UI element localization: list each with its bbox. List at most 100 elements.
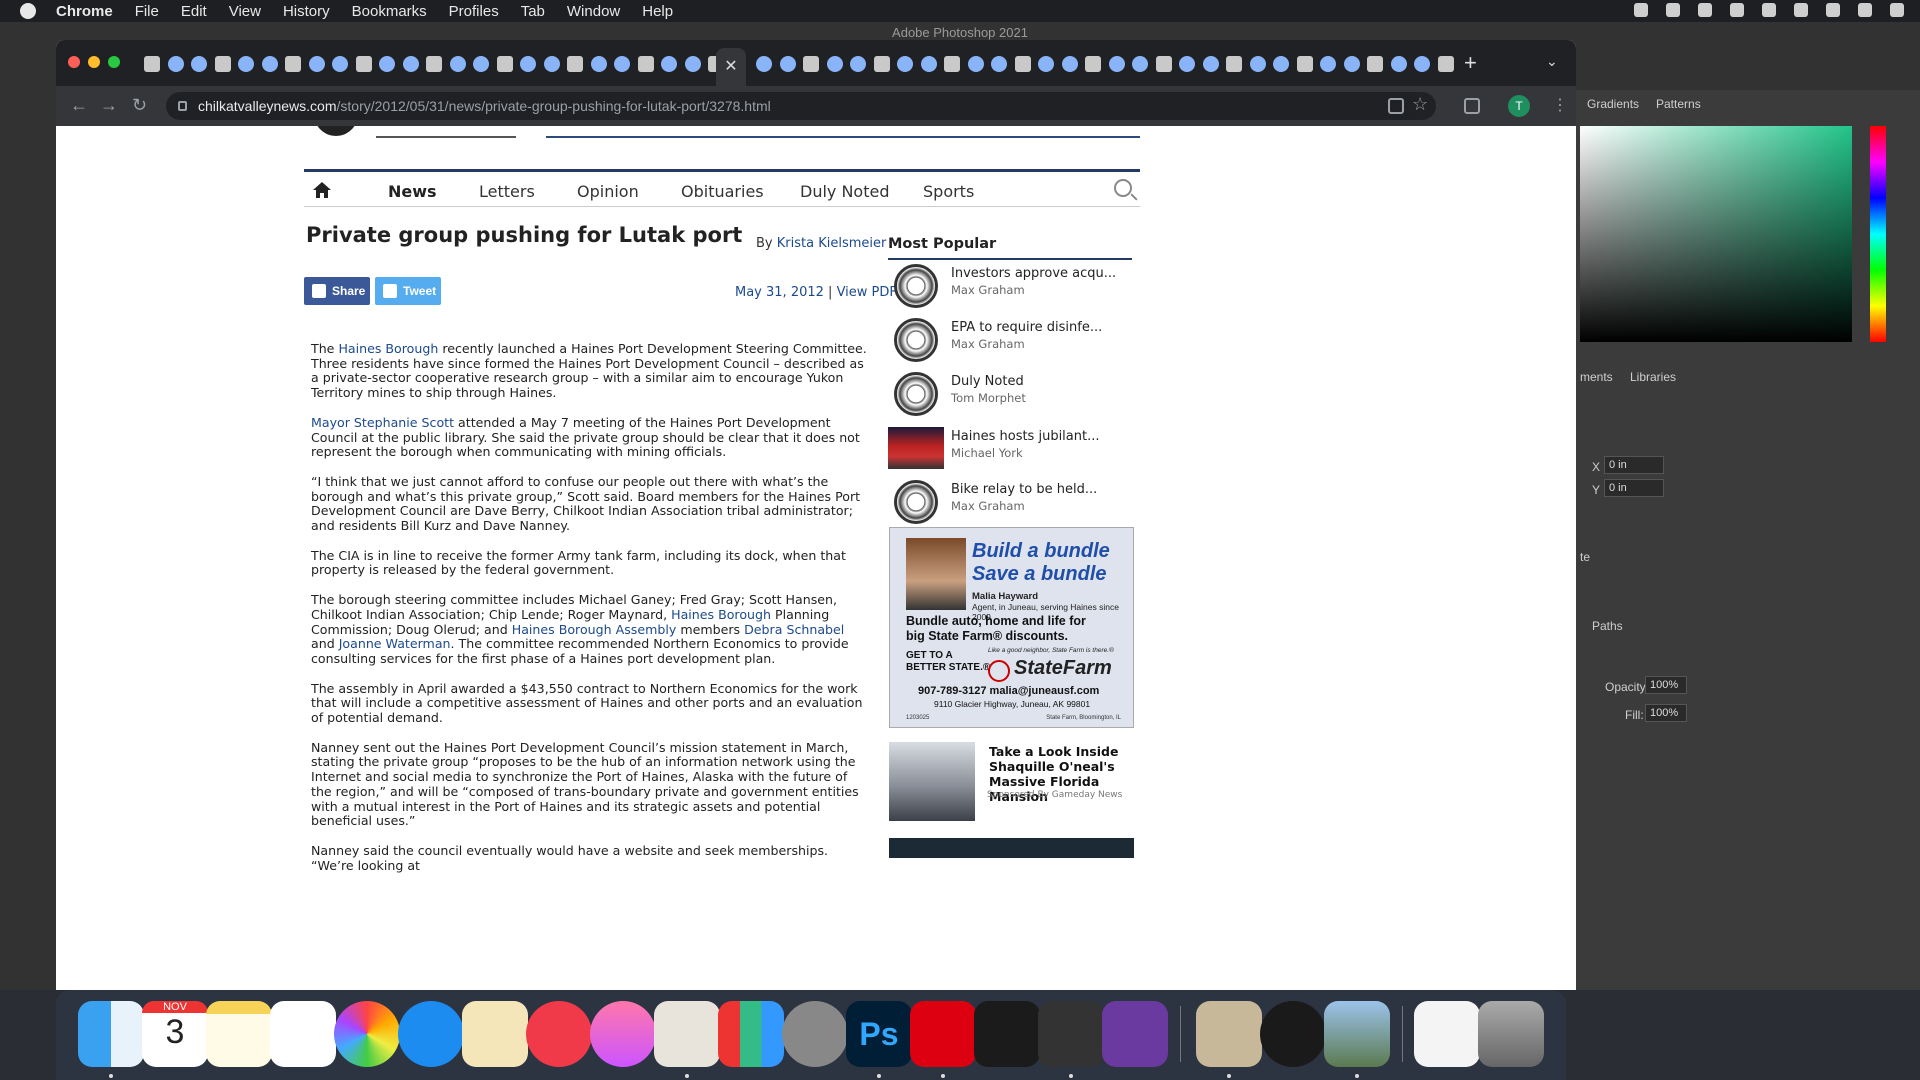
sponsored-content[interactable]: Take a Look Inside Shaquille O'neal's Ma…: [889, 742, 1134, 822]
tab-favicon-icon[interactable]: [1273, 56, 1289, 72]
creative-cloud-icon[interactable]: [1634, 3, 1648, 17]
ps-tab-gradients[interactable]: Gradients: [1587, 97, 1639, 111]
calendar-icon[interactable]: NOV 3: [142, 1001, 208, 1067]
tab-favicon-icon[interactable]: [1391, 56, 1407, 72]
popular-item[interactable]: Bike relay to be held... Max Graham: [888, 480, 1132, 524]
ps-hue-slider[interactable]: [1870, 126, 1886, 342]
tab-favicon-icon[interactable]: [1297, 56, 1313, 72]
notes-icon[interactable]: [206, 1001, 272, 1067]
tab-favicon-icon[interactable]: [426, 56, 442, 72]
tab-favicon-icon[interactable]: [661, 56, 677, 72]
tab-favicon-icon[interactable]: [1414, 56, 1430, 72]
siri-icon[interactable]: [1858, 3, 1872, 17]
tab-favicon-icon[interactable]: [144, 56, 160, 72]
tab-favicon-icon[interactable]: [1038, 56, 1054, 72]
popular-item[interactable]: Haines hosts jubilant... Michael York: [888, 427, 1132, 471]
photos-icon[interactable]: [334, 1001, 400, 1067]
menu-view[interactable]: View: [229, 3, 261, 20]
tab-favicon-icon[interactable]: [1250, 56, 1266, 72]
tab-favicon-icon[interactable]: [497, 56, 513, 72]
photoshop-icon[interactable]: Ps: [846, 1001, 912, 1067]
tab-favicon-icon[interactable]: [874, 56, 890, 72]
tab-favicon-icon[interactable]: [1109, 56, 1125, 72]
new-tab-button[interactable]: +: [1464, 50, 1477, 76]
popular-item-title[interactable]: Bike relay to be held...: [951, 482, 1097, 497]
menu-help[interactable]: Help: [642, 3, 673, 20]
twitter-tweet-button[interactable]: Tweet: [375, 277, 441, 305]
ps-tab-patterns[interactable]: Patterns: [1656, 97, 1701, 111]
tab-favicon-icon[interactable]: [1320, 56, 1336, 72]
article-date[interactable]: May 31, 2012: [735, 285, 824, 300]
calculator-icon[interactable]: [1196, 1001, 1262, 1067]
search-icon[interactable]: [1114, 179, 1132, 197]
tab-favicon-icon[interactable]: [544, 56, 560, 72]
nav-news[interactable]: News: [388, 182, 437, 201]
nav-sports[interactable]: Sports: [923, 182, 974, 201]
music-icon[interactable]: [590, 1001, 656, 1067]
tab-favicon-icon[interactable]: [968, 56, 984, 72]
tab-search-chevron-icon[interactable]: ⌄: [1546, 53, 1558, 70]
reload-icon[interactable]: ↻: [132, 95, 147, 116]
popular-item[interactable]: Duly Noted Tom Morphet: [888, 372, 1132, 416]
share-page-icon[interactable]: [1388, 98, 1404, 114]
ps-tab-libraries[interactable]: Libraries: [1630, 370, 1676, 384]
tab-favicon-icon[interactable]: [473, 56, 489, 72]
ps-tab-paths[interactable]: Paths: [1592, 619, 1623, 633]
wifi-icon[interactable]: [1730, 3, 1744, 17]
downloads-stack-icon[interactable]: [1414, 1001, 1480, 1067]
ps-y-field[interactable]: 0 in: [1604, 479, 1664, 497]
tab-favicon-icon[interactable]: [520, 56, 536, 72]
tab-favicon-icon[interactable]: [1179, 56, 1195, 72]
tab-favicon-icon[interactable]: [1085, 56, 1101, 72]
menu-edit[interactable]: Edit: [181, 3, 207, 20]
tab-favicon-icon[interactable]: [1015, 56, 1031, 72]
tab-favicon-icon[interactable]: [803, 56, 819, 72]
tab-favicon-icon[interactable]: [356, 56, 372, 72]
home-icon[interactable]: [312, 181, 332, 199]
popular-item[interactable]: EPA to require disinfe... Max Graham: [888, 318, 1132, 362]
system-preferences-icon[interactable]: [782, 1001, 848, 1067]
acrobat-icon[interactable]: [910, 1001, 976, 1067]
tab-favicon-icon[interactable]: [379, 56, 395, 72]
menu-file[interactable]: File: [135, 3, 159, 20]
tab-favicon-icon[interactable]: [780, 56, 796, 72]
image-capture-icon[interactable]: [1324, 1001, 1390, 1067]
close-tab-icon[interactable]: ✕: [724, 58, 737, 75]
menu-history[interactable]: History: [283, 3, 330, 20]
ps-tab-adjustments[interactable]: ments: [1580, 370, 1613, 384]
tab-favicon-icon[interactable]: [262, 56, 278, 72]
tab-favicon-icon[interactable]: [1226, 56, 1242, 72]
bluetooth-icon[interactable]: [1698, 3, 1712, 17]
tab-favicon-icon[interactable]: [1344, 56, 1360, 72]
tab-favicon-icon[interactable]: [756, 56, 772, 72]
tab-favicon-icon[interactable]: [850, 56, 866, 72]
clock-icon[interactable]: [1794, 3, 1808, 17]
close-window-button[interactable]: [68, 56, 80, 68]
activity-monitor-icon[interactable]: [974, 1001, 1040, 1067]
app-store-icon[interactable]: [398, 1001, 464, 1067]
tab-favicon-icon[interactable]: [897, 56, 913, 72]
menu-bookmarks[interactable]: Bookmarks: [352, 3, 427, 20]
address-bar[interactable]: chilkatvalleynews.com/story/2012/05/31/n…: [166, 92, 1436, 120]
facebook-share-button[interactable]: Share: [304, 277, 370, 305]
menu-app-name[interactable]: Chrome: [56, 3, 113, 20]
active-tab[interactable]: ✕: [716, 48, 746, 86]
finder-icon[interactable]: [78, 1001, 144, 1067]
ps-color-field[interactable]: [1580, 126, 1852, 342]
side-panel-icon[interactable]: [1464, 98, 1480, 114]
site-logo[interactable]: [314, 126, 358, 136]
volume-icon[interactable]: [1762, 3, 1776, 17]
tab-favicon-icon[interactable]: [285, 56, 301, 72]
imovie-star-icon[interactable]: [1038, 1001, 1104, 1067]
tab-favicon-icon[interactable]: [191, 56, 207, 72]
back-arrow-icon[interactable]: ←: [70, 95, 88, 116]
trash-icon[interactable]: [1478, 1001, 1544, 1067]
tab-favicon-icon[interactable]: [591, 56, 607, 72]
tab-favicon-icon[interactable]: [991, 56, 1007, 72]
joanne-waterman-link[interactable]: Joanne Waterman: [339, 636, 451, 651]
haines-borough-assembly-link[interactable]: Haines Borough Assembly: [512, 622, 677, 637]
menu-window[interactable]: Window: [567, 3, 620, 20]
tab-favicon-icon[interactable]: [450, 56, 466, 72]
tab-favicon-icon[interactable]: [332, 56, 348, 72]
popular-item-title[interactable]: Investors approve acqu...: [951, 266, 1116, 281]
